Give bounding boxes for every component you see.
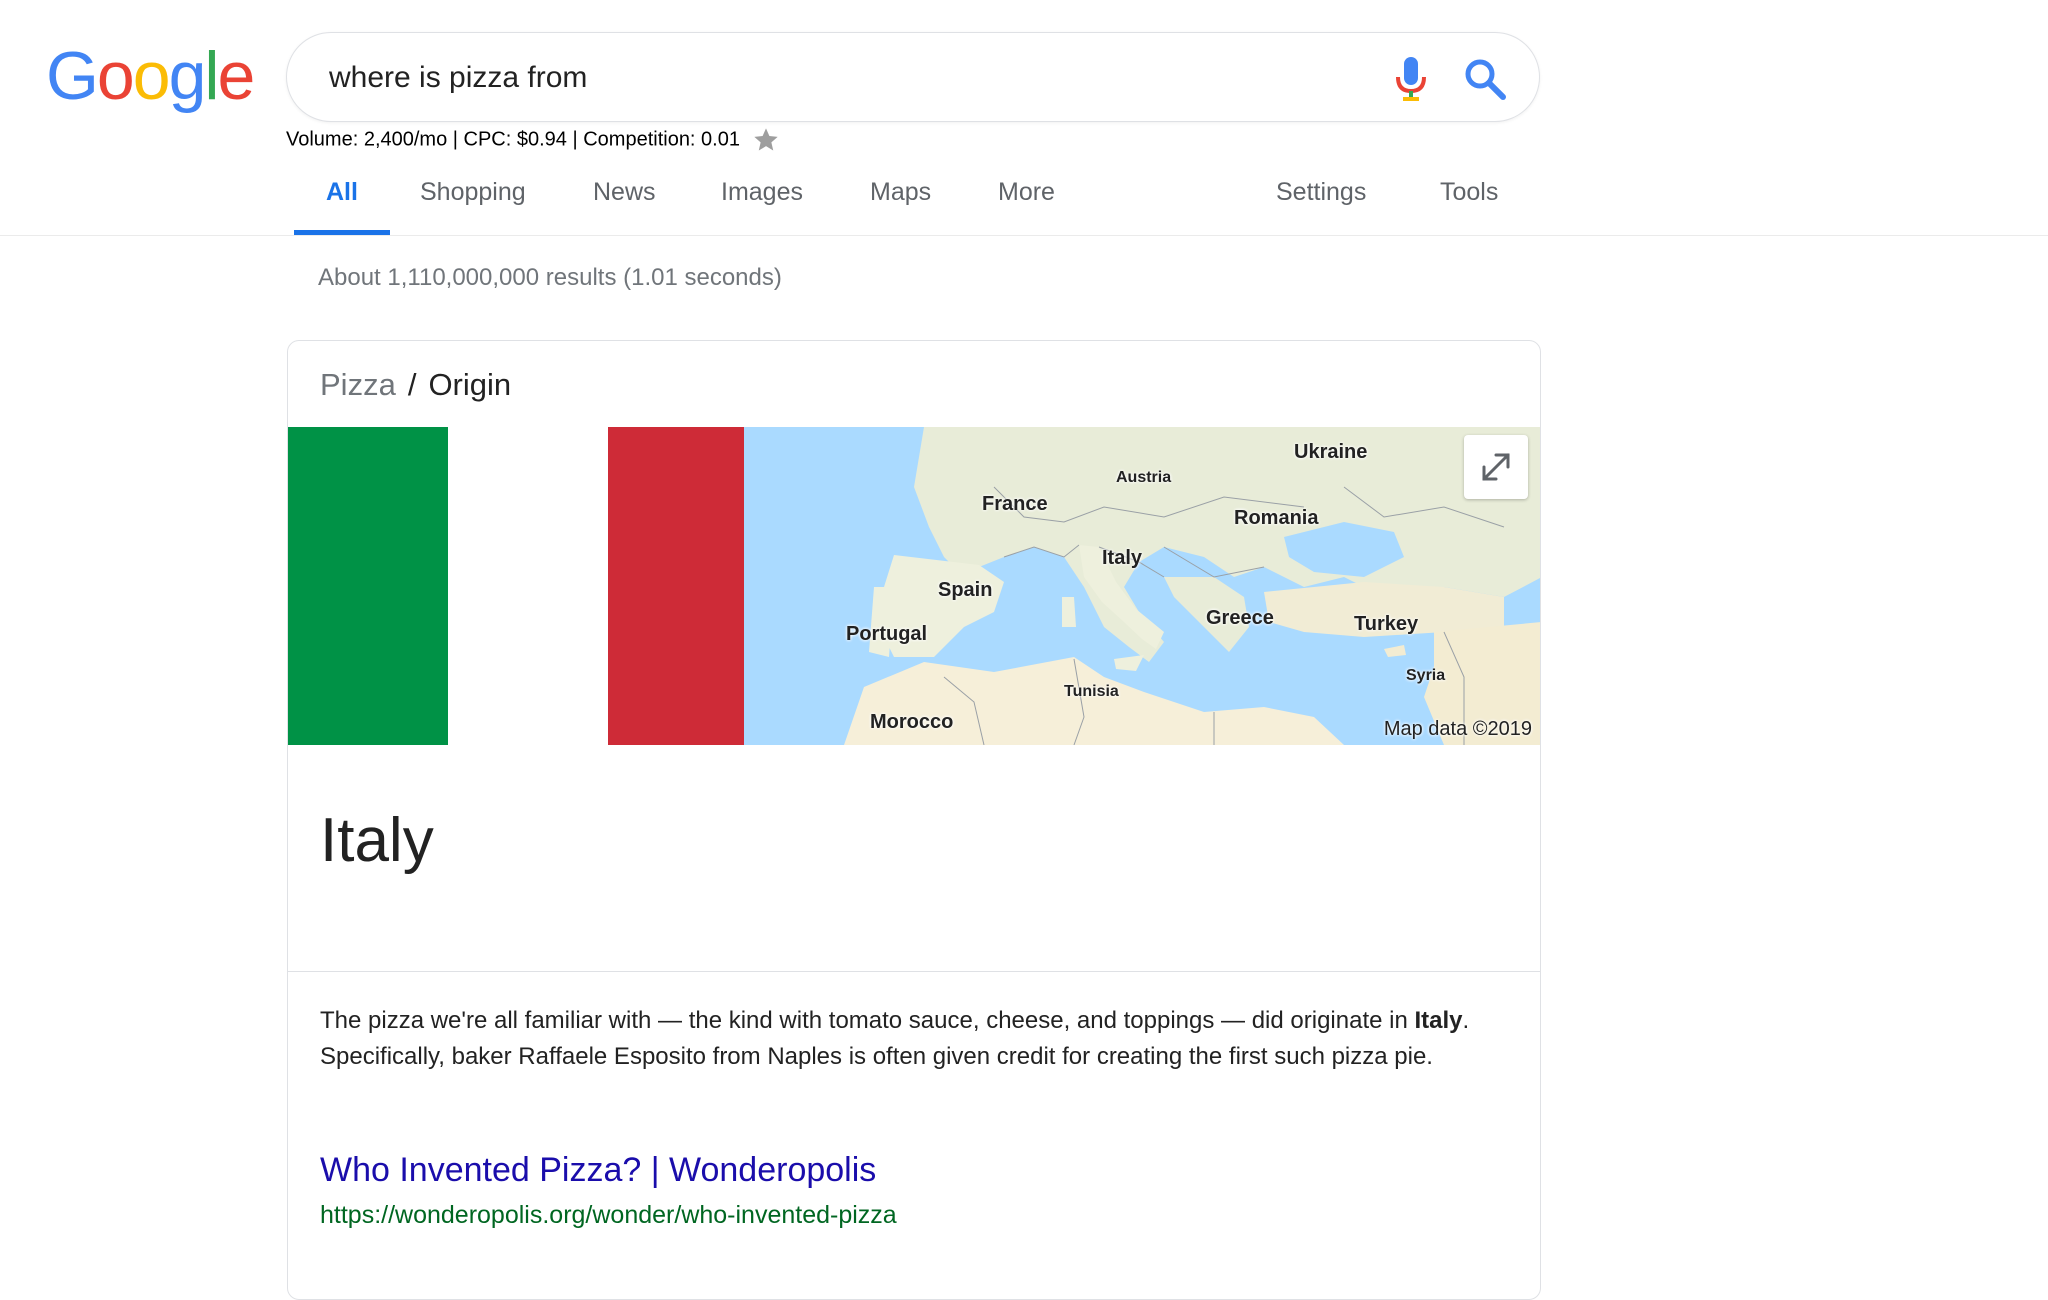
tab-shopping[interactable]: Shopping <box>420 178 526 207</box>
expand-map-button[interactable] <box>1464 435 1528 499</box>
map-label-tunisia: Tunisia <box>1064 683 1119 700</box>
map-label-france: France <box>982 493 1048 515</box>
map-label-portugal: Portugal <box>846 623 928 645</box>
keyword-stats-text: Volume: 2,400/mo | CPC: $0.94 | Competit… <box>286 128 740 151</box>
featured-snippet-text: The pizza we're all familiar with — the … <box>320 1003 1500 1075</box>
answer-title: Italy <box>320 806 434 875</box>
flag-stripe-red <box>608 427 744 745</box>
map-label-spain: Spain <box>938 579 993 601</box>
map-label-ukraine: Ukraine <box>1294 441 1368 463</box>
breadcrumb: Pizza / Origin <box>320 367 511 403</box>
flag-stripe-white <box>448 427 608 745</box>
tab-maps[interactable]: Maps <box>870 178 931 207</box>
tab-news[interactable]: News <box>593 178 656 207</box>
keyword-stats-bar: Volume: 2,400/mo | CPC: $0.94 | Competit… <box>286 126 780 154</box>
result-title-link[interactable]: Who Invented Pizza? | Wonderopolis <box>320 1151 876 1190</box>
search-box[interactable] <box>286 32 1540 122</box>
logo-letter: o <box>132 38 171 114</box>
expand-icon <box>1482 453 1510 481</box>
map-image[interactable]: Ukraine Austria France Romania Italy Spa… <box>744 427 1540 745</box>
logo-letter: G <box>46 38 99 114</box>
tab-more[interactable]: More <box>998 178 1055 207</box>
result-stats: About 1,110,000,000 results (1.01 second… <box>318 264 782 291</box>
logo-letter: l <box>204 38 219 114</box>
result-url: https://wonderopolis.org/wonder/who-inve… <box>320 1201 897 1229</box>
breadcrumb-parent[interactable]: Pizza <box>320 367 396 402</box>
knowledge-card: Pizza / Origin Ukraine Austria France Ro… <box>287 340 1541 1300</box>
map-label-italy: Italy <box>1102 547 1143 569</box>
tab-images[interactable]: Images <box>721 178 803 207</box>
search-input[interactable] <box>327 49 1331 107</box>
breadcrumb-separator: / <box>407 367 417 402</box>
google-logo[interactable]: Google <box>46 38 256 114</box>
italy-flag-image[interactable] <box>288 427 744 745</box>
map-label-greece: Greece <box>1206 607 1274 629</box>
map-label-austria: Austria <box>1116 469 1172 486</box>
tab-tools[interactable]: Tools <box>1440 178 1498 207</box>
map-label-romania: Romania <box>1234 507 1319 529</box>
snippet-bold: Italy <box>1414 1007 1463 1034</box>
search-icon[interactable] <box>1463 57 1507 101</box>
card-divider <box>288 971 1540 972</box>
snippet-part-1: The pizza we're all familiar with — the … <box>320 1007 1415 1034</box>
map-label-syria: Syria <box>1406 667 1446 684</box>
map-label-turkey: Turkey <box>1354 613 1419 635</box>
logo-letter: e <box>217 38 256 114</box>
microphone-icon[interactable] <box>1391 55 1431 103</box>
breadcrumb-current: Origin <box>428 367 512 402</box>
logo-letter: o <box>96 38 135 114</box>
card-media: Ukraine Austria France Romania Italy Spa… <box>288 427 1540 745</box>
logo-letter: g <box>168 38 207 114</box>
active-tab-indicator <box>294 230 390 235</box>
search-tabs: All Shopping News Images Maps More Setti… <box>0 160 2048 236</box>
map-label-morocco: Morocco <box>870 711 954 733</box>
map-attribution: Map data ©2019 <box>1383 718 1532 740</box>
star-icon[interactable] <box>752 126 780 154</box>
tab-all[interactable]: All <box>326 178 358 207</box>
tab-settings[interactable]: Settings <box>1276 178 1366 207</box>
flag-stripe-green <box>288 427 448 745</box>
